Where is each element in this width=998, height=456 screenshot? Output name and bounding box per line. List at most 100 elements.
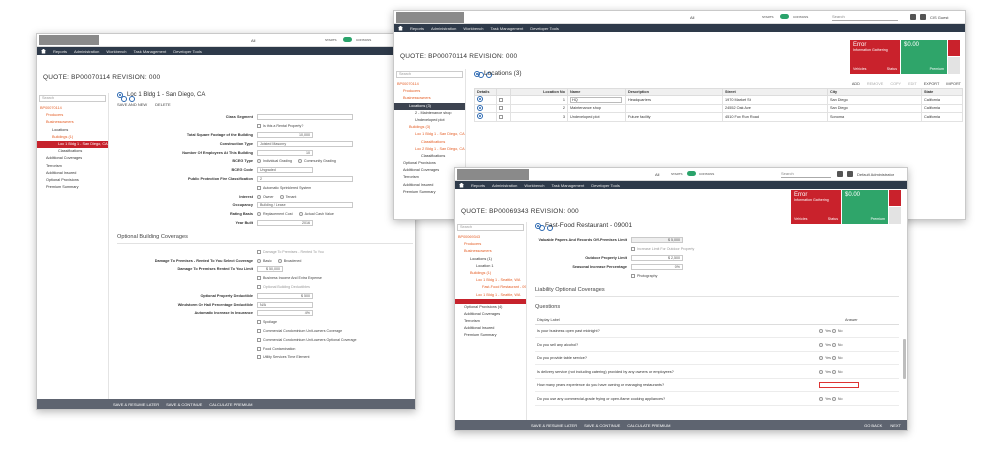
tree-item[interactable]: Additional Insured [455,325,526,332]
scope-select[interactable]: All [251,38,255,43]
tree-item-selected[interactable]: Loc 1 Bldg 1 - San Diego, CA [37,140,108,149]
no-radio[interactable] [831,369,836,374]
nav-administration[interactable]: Administration [74,49,99,54]
tree-search-input[interactable]: Search [457,224,553,231]
square-footage-input[interactable]: 10,000 [257,131,313,138]
save-and-new-button[interactable]: SAVE AND NEW [117,102,147,107]
yes-radio[interactable] [819,396,823,401]
tree-item[interactable]: Classifications [37,148,108,155]
no-radio[interactable] [831,396,836,401]
scope-select[interactable]: All [690,15,694,20]
yes-radio[interactable] [819,342,823,347]
nav-workbench[interactable]: Workbench [524,183,544,188]
dmg-basic-radio[interactable] [257,258,261,263]
tree-item[interactable]: Additional Coverages [455,311,526,318]
nav-developer-tools[interactable]: Developer Tools [591,183,620,188]
tree-item[interactable]: 2 - Maintenance shop [394,110,465,117]
nav-reports[interactable]: Reports [53,49,67,54]
global-search-input[interactable]: Search [781,171,831,178]
tree-search-input[interactable]: Search [396,71,492,78]
tree-item[interactable]: Additional Insured [37,170,108,177]
bceg-individual-radio[interactable] [257,159,261,164]
rental-checkbox[interactable] [257,124,261,129]
tree-item-selected[interactable]: Locations (3) [394,102,465,110]
tree-item[interactable]: Businessowners [37,119,108,126]
yes-radio[interactable] [819,356,823,361]
spoilage-checkbox[interactable] [257,320,261,325]
tree-item[interactable]: Producers [37,112,108,119]
home-icon[interactable] [41,48,46,54]
food-contamination-checkbox[interactable] [257,346,261,351]
ppc-select[interactable]: 2 [257,175,353,182]
employees-input[interactable]: 10 [257,149,313,156]
dmg-broadened-radio[interactable] [277,258,282,263]
tree-item[interactable]: Locations [37,127,108,134]
damage-premises-checkbox[interactable] [257,249,261,254]
calculate-premium-button[interactable]: CALCULATE PREMIUM [209,402,252,407]
tree-item[interactable]: Producers [394,88,465,95]
interest-owner-radio[interactable] [257,194,261,199]
no-radio[interactable] [831,329,836,334]
bceg-community-radio[interactable] [297,159,302,164]
tree-item[interactable]: Classifications [394,153,465,160]
no-radio[interactable] [831,342,836,347]
help-icon[interactable] [847,171,853,177]
occupancy-select[interactable]: Building / Lease [257,202,353,209]
nav-developer-tools[interactable]: Developer Tools [173,49,202,54]
add-button[interactable]: ADD [852,82,860,86]
tree-item[interactable]: Locations (1) [455,256,526,263]
scope-select[interactable]: All [655,172,659,177]
search-mode-toggle[interactable] [343,37,352,42]
tree-item[interactable]: Fast-Food Restaurant - 09001 [455,284,526,291]
table-row[interactable]: 1 HQ Headquarters 1970 Market St San Diego… [474,95,963,105]
yes-radio[interactable] [819,329,823,334]
tree-item[interactable]: Undeveloped plot [394,117,465,124]
save-continue-button[interactable]: SAVE & CONTINUE [584,423,620,428]
photography-checkbox[interactable] [631,273,635,278]
nav-developer-tools[interactable]: Developer Tools [530,26,559,31]
tree-item[interactable]: Optional Provisions (4) [455,304,526,311]
condo-coverage-checkbox[interactable] [257,328,261,333]
tree-item[interactable]: Businessowners [455,248,526,255]
remove-button[interactable]: REMOVE [867,82,883,86]
row-checkbox[interactable] [499,114,503,119]
search-mode-toggle[interactable] [687,171,696,176]
tree-item[interactable]: Buildings (1) [37,134,108,141]
auto-increase-select[interactable]: 4% [257,310,313,317]
tree-item[interactable]: Producers [455,241,526,248]
import-button[interactable]: IMPORT [946,82,961,86]
year-built-input[interactable]: 2016 [257,219,313,226]
go-back-button[interactable]: GO BACK [864,423,882,428]
row-checkbox[interactable] [499,106,503,111]
user-menu[interactable]: CIS Guest [930,15,948,20]
rating-acv-radio[interactable] [298,212,303,217]
tree-item[interactable]: Buildings (1) [455,270,526,277]
seasonal-increase-input[interactable]: 0% [631,263,683,270]
table-row[interactable]: 2 Maintenance shop 24552 Oak Ave San Diego… [474,103,963,113]
windstorm-deductible-select[interactable]: N/A [257,301,313,308]
table-row[interactable]: 3 Undeveloped plot Future facility 4510 Fo… [474,112,963,122]
nav-reports[interactable]: Reports [410,26,424,31]
save-continue-button[interactable]: SAVE & CONTINUE [166,402,202,407]
nav-administration[interactable]: Administration [492,183,517,188]
nav-task-management[interactable]: Task Management [134,49,167,54]
export-button[interactable]: EXPORT [924,82,940,86]
tree-search-input[interactable]: Search [39,95,135,102]
home-icon[interactable] [459,182,464,188]
save-resume-button[interactable]: SAVE & RESUME LATER [113,402,159,407]
search-mode-toggle[interactable] [780,14,789,19]
tree-item[interactable]: Loc 1 Bldg 1 - Seattle, WA [455,277,526,284]
grid-icon[interactable] [910,14,916,20]
nav-workbench[interactable]: Workbench [106,49,126,54]
interest-tenant-radio[interactable] [279,194,284,199]
tree-item[interactable]: Optional Provisions [37,177,108,184]
global-search-input[interactable]: Search [832,14,898,21]
valuable-papers-input[interactable]: $ 5,000 [631,237,683,244]
property-deductible-select[interactable]: $ 500 [257,292,313,299]
nav-task-management[interactable]: Task Management [552,183,585,188]
class-segment-input[interactable] [257,114,353,121]
tree-item[interactable]: Location 1 [455,263,526,270]
nav-task-management[interactable]: Task Management [491,26,524,31]
condo-optional-checkbox[interactable] [257,337,261,342]
tree-item[interactable]: BP00069343 [455,234,526,241]
